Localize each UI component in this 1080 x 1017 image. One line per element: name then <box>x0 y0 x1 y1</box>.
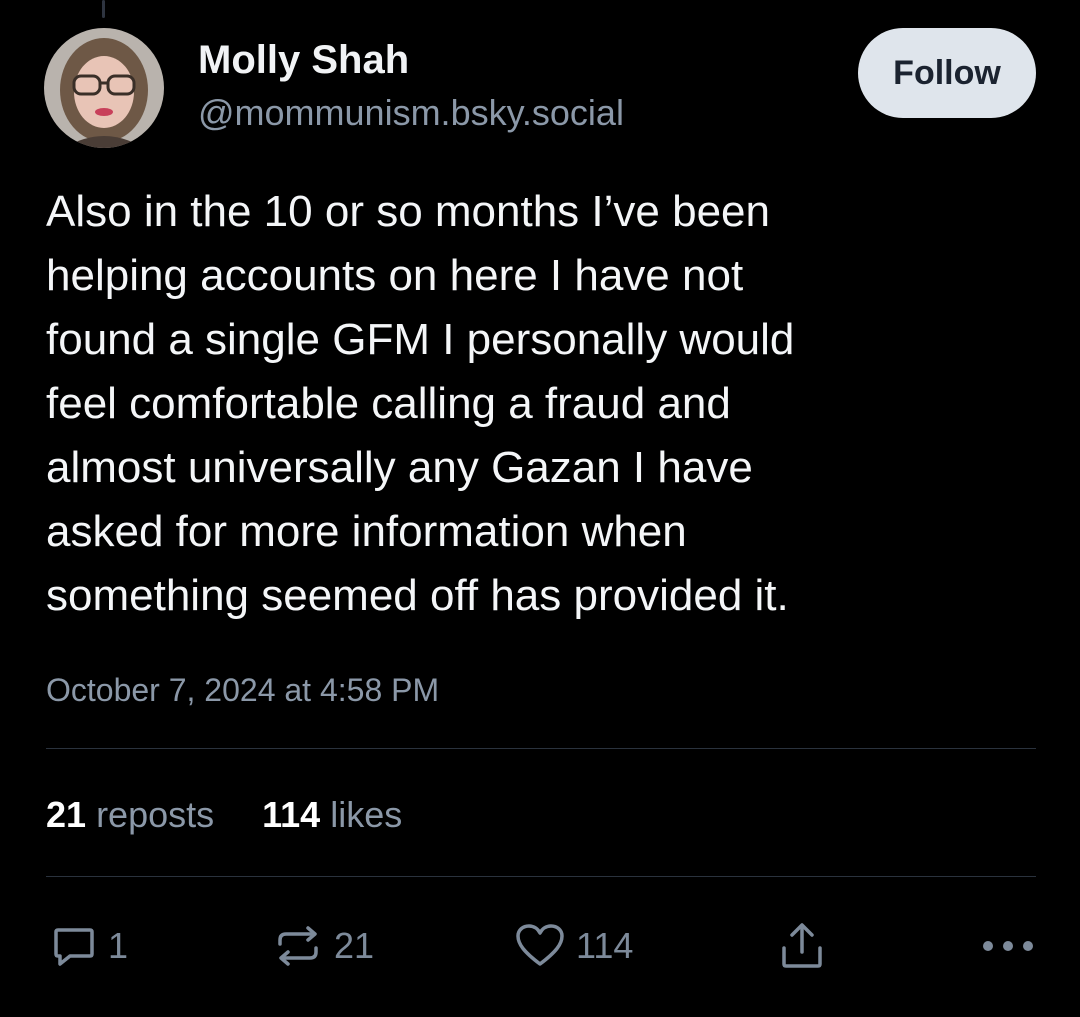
action-bar: 1 21 114 <box>46 916 1036 976</box>
post-text: Also in the 10 or so months I’ve been he… <box>46 187 795 620</box>
post-stats: 21 reposts 114 likes <box>46 790 402 840</box>
author-handle[interactable]: @mommunism.bsky.social <box>198 90 624 136</box>
post-header: Molly Shah @mommunism.bsky.social Follow <box>44 28 1036 148</box>
likes-label: likes <box>330 794 403 835</box>
repost-button[interactable]: 21 <box>272 916 374 976</box>
avatar[interactable] <box>44 28 164 148</box>
author-display-name[interactable]: Molly Shah <box>198 36 624 84</box>
more-dots-icon <box>983 941 1033 951</box>
likes-stat[interactable]: 114 likes <box>262 790 402 840</box>
repost-icon <box>278 926 318 966</box>
divider-top <box>46 748 1036 749</box>
like-count: 114 <box>576 925 634 966</box>
divider-bottom <box>46 876 1036 877</box>
share-button[interactable] <box>776 916 828 976</box>
reposts-stat[interactable]: 21 reposts <box>46 790 214 840</box>
author-names: Molly Shah @mommunism.bsky.social <box>198 36 624 136</box>
follow-button[interactable]: Follow <box>858 28 1036 118</box>
thread-connector-line <box>102 0 105 18</box>
share-icon <box>782 923 822 968</box>
like-button[interactable]: 114 <box>514 916 633 976</box>
likes-count: 114 <box>262 794 321 835</box>
reply-button[interactable]: 1 <box>50 916 128 976</box>
more-options-button[interactable] <box>980 916 1036 976</box>
reply-count: 1 <box>108 925 129 966</box>
reposts-count: 21 <box>46 794 87 835</box>
reposts-label: reposts <box>96 794 215 835</box>
post-timestamp[interactable]: October 7, 2024 at 4:58 PM <box>46 666 439 714</box>
heart-icon <box>516 924 564 966</box>
avatar-portrait-icon <box>44 28 164 148</box>
reply-icon <box>54 928 94 966</box>
repost-count: 21 <box>334 925 375 966</box>
